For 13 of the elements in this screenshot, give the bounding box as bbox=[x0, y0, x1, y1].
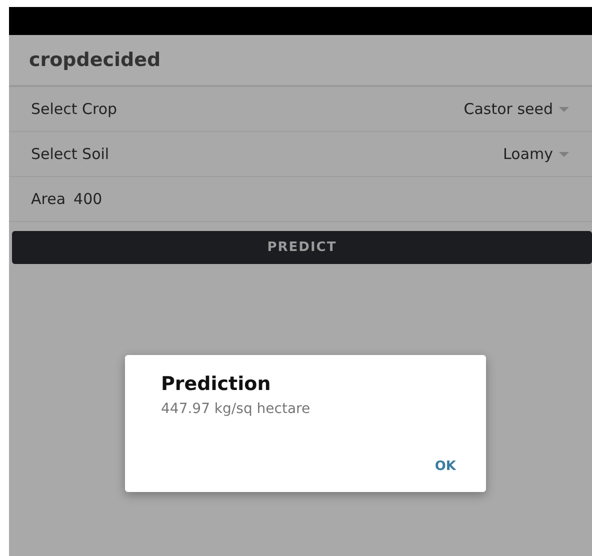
input-field[interactable]: 400 bbox=[74, 190, 134, 208]
dialog-title: Prediction bbox=[161, 373, 272, 395]
caret-icon bbox=[559, 106, 569, 112]
dropdown[interactable]: Castor seed bbox=[464, 100, 569, 118]
ok-button[interactable]: OK bbox=[428, 455, 462, 478]
field-label: Area bbox=[31, 190, 66, 208]
dialog-message: 447.97 kg/sq hectare bbox=[161, 401, 312, 417]
dropdown[interactable]: Loamy bbox=[503, 145, 569, 163]
app-title: cropdecided bbox=[29, 49, 161, 71]
field-label: Select Crop bbox=[31, 100, 118, 118]
caret-icon bbox=[559, 152, 569, 156]
predict-button[interactable]: PREDICT bbox=[12, 231, 592, 264]
field-label: Select Soil bbox=[31, 145, 110, 163]
